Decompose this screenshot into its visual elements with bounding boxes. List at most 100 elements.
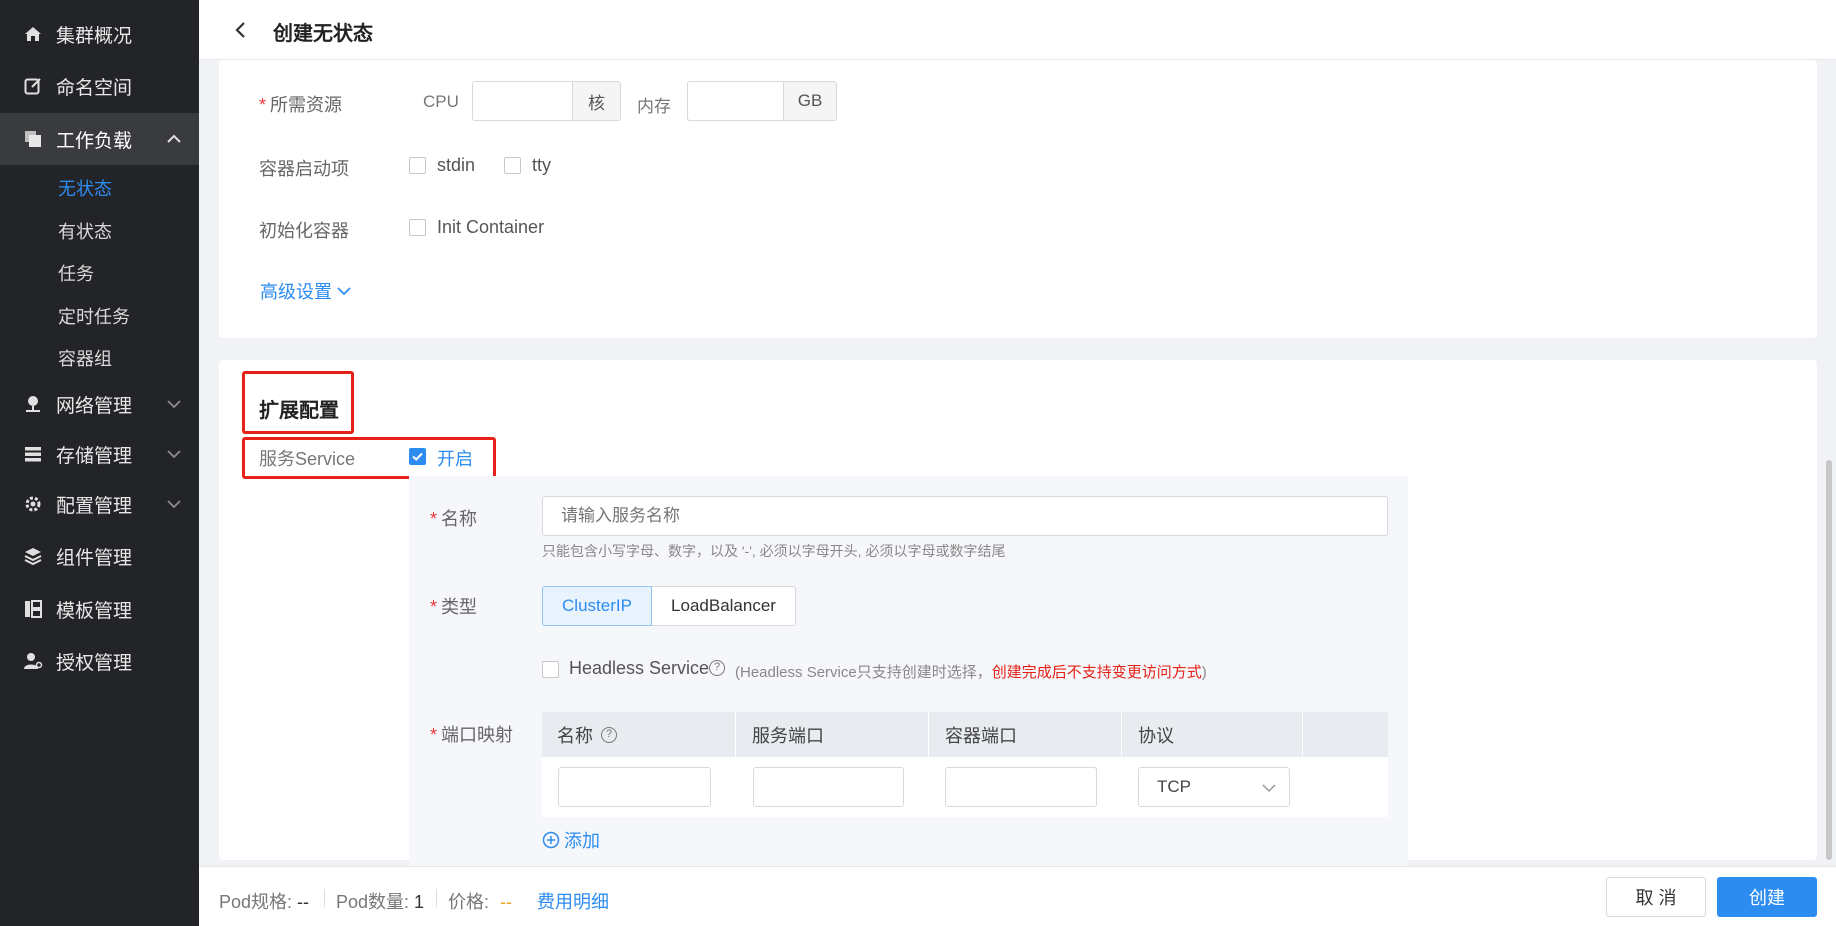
back-arrow-icon[interactable] [229, 18, 253, 42]
column-header-name: 名称 ? [542, 712, 736, 757]
container-port-input[interactable] [945, 767, 1097, 807]
sidebar-item-config[interactable]: 配置管理 [0, 479, 199, 529]
required-mark: * [259, 95, 267, 115]
pod-spec-label: Pod规格: [219, 892, 293, 912]
chevron-down-icon [167, 500, 181, 509]
port-mapping-table: 名称 ? 服务端口 容器端口 协议 TCP [542, 712, 1388, 817]
init-container-label: 初始化容器 [259, 221, 349, 241]
pod-count-value: 1 [414, 892, 425, 912]
sidebar-item-label: 组件管理 [56, 547, 133, 569]
sidebar-subitem-pod[interactable]: 容器组 [58, 345, 112, 371]
price-value: -- [500, 892, 513, 912]
port-mapping-label-text: 端口映射 [441, 725, 514, 745]
sidebar-item-network[interactable]: 网络管理 [0, 379, 199, 429]
help-icon[interactable]: ? [601, 726, 617, 743]
pod-spec-value: -- [297, 892, 310, 912]
required-mark: * [430, 509, 438, 529]
stdin-label: stdin [437, 155, 476, 175]
required-mark: * [430, 725, 438, 745]
add-port-label: 添加 [564, 831, 600, 851]
price: 价格: -- [448, 888, 512, 914]
sidebar-subitem-deployment[interactable]: 无状态 [58, 175, 112, 201]
sidebar-subitem-job[interactable]: 任务 [58, 260, 94, 286]
service-type-label: * 类型 [430, 593, 477, 619]
highlight-box-service [242, 437, 496, 479]
type-option-loadbalancer[interactable]: LoadBalancer [652, 586, 796, 626]
home-icon [22, 23, 44, 45]
service-type-label-text: 类型 [441, 597, 478, 617]
tty-checkbox[interactable] [504, 157, 521, 174]
sidebar-item-label: 集群概况 [56, 25, 133, 47]
service-port-input[interactable] [753, 767, 904, 807]
sidebar-item-components[interactable]: 组件管理 [0, 531, 199, 581]
stdin-checkbox[interactable] [409, 157, 426, 174]
headless-hint-prefix: (Headless Service只支持创建时选择， [735, 664, 992, 681]
port-mapping-label: * 端口映射 [430, 721, 513, 747]
sidebar-item-templates[interactable]: 模板管理 [0, 584, 199, 634]
port-table-header: 名称 ? 服务端口 容器端口 协议 [542, 712, 1388, 757]
service-name-label: * 名称 [430, 505, 477, 531]
storage-icon [22, 443, 44, 465]
chevron-down-icon [167, 450, 181, 459]
memory-unit-addon: GB [783, 81, 837, 121]
sidebar-item-namespace[interactable]: 命名空间 [0, 61, 199, 111]
pod-count: Pod数量: 1 [336, 888, 424, 914]
column-header-service-port: 服务端口 [737, 712, 929, 757]
create-button[interactable]: 创建 [1717, 877, 1817, 917]
sidebar-item-label: 工作负载 [56, 130, 133, 152]
protocol-select[interactable]: TCP [1138, 767, 1290, 807]
chevron-down-icon [167, 400, 181, 409]
column-header-protocol: 协议 [1123, 712, 1303, 757]
service-type-group: ClusterIP LoadBalancer [542, 586, 796, 626]
advanced-settings-link[interactable]: 高级设置 [260, 278, 353, 304]
service-name-input[interactable] [542, 496, 1388, 536]
required-mark: * [430, 597, 438, 617]
cpu-unit-addon: 核 [572, 81, 621, 121]
footer-bar: Pod规格: -- Pod数量: 1 价格: -- 费用明细 取 消 创建 [199, 866, 1836, 926]
cpu-label: CPU [423, 92, 459, 111]
sidebar-subitem-cronjob[interactable]: 定时任务 [58, 303, 130, 329]
sidebar-item-workload[interactable]: 工作负载 [0, 113, 199, 165]
resources-label: * 所需资源 [259, 91, 342, 117]
init-container-option: Init Container [437, 217, 545, 237]
sidebar-item-label: 网络管理 [56, 395, 133, 417]
tty-label: tty [532, 155, 552, 175]
highlight-box-title [242, 371, 354, 434]
help-icon[interactable]: ? [709, 660, 725, 676]
sidebar-item-cluster-overview[interactable]: 集群概况 [0, 9, 199, 59]
type-option-clusterip[interactable]: ClusterIP [542, 586, 652, 626]
page-title: 创建无状态 [273, 23, 373, 45]
template-icon [22, 598, 44, 620]
cancel-button[interactable]: 取 消 [1606, 877, 1706, 917]
add-port-button[interactable]: 添加 [542, 827, 600, 853]
scrollbar[interactable] [1826, 460, 1832, 860]
cost-details-link[interactable]: 费用明细 [537, 888, 609, 914]
sidebar: 集群概况 命名空间 工作负载 无状态 有状态 任务 定时任务 容器组 网络管理 … [0, 0, 199, 926]
port-name-input[interactable] [558, 767, 711, 807]
network-icon [22, 393, 44, 415]
headless-hint-suffix: ) [1201, 664, 1207, 681]
sidebar-subitem-statefulset[interactable]: 有状态 [58, 218, 112, 244]
resources-label-text: 所需资源 [270, 95, 343, 115]
plus-circle-icon [542, 831, 560, 849]
layers-icon [22, 545, 44, 567]
divider [324, 889, 325, 907]
headless-service-checkbox[interactable] [542, 661, 559, 678]
protocol-select-value: TCP [1157, 777, 1191, 796]
memory-input[interactable] [687, 81, 784, 121]
divider [436, 889, 437, 907]
sidebar-item-label: 授权管理 [56, 652, 133, 674]
column-header-name-text: 名称 [557, 725, 593, 746]
page-header: 创建无状态 [199, 0, 1836, 60]
sidebar-item-storage[interactable]: 存储管理 [0, 429, 199, 479]
headless-hint-warning: 创建完成后不支持变更访问方式 [991, 664, 1202, 681]
user-key-icon [22, 650, 44, 672]
init-container-checkbox[interactable] [409, 219, 426, 236]
cpu-input[interactable] [472, 81, 573, 121]
sidebar-item-label: 配置管理 [56, 495, 133, 517]
advanced-settings-text: 高级设置 [260, 282, 332, 302]
edit-icon [22, 75, 44, 97]
sidebar-item-label: 存储管理 [56, 445, 133, 467]
headless-service-label: Headless Service [569, 658, 710, 678]
sidebar-item-authorization[interactable]: 授权管理 [0, 636, 199, 686]
